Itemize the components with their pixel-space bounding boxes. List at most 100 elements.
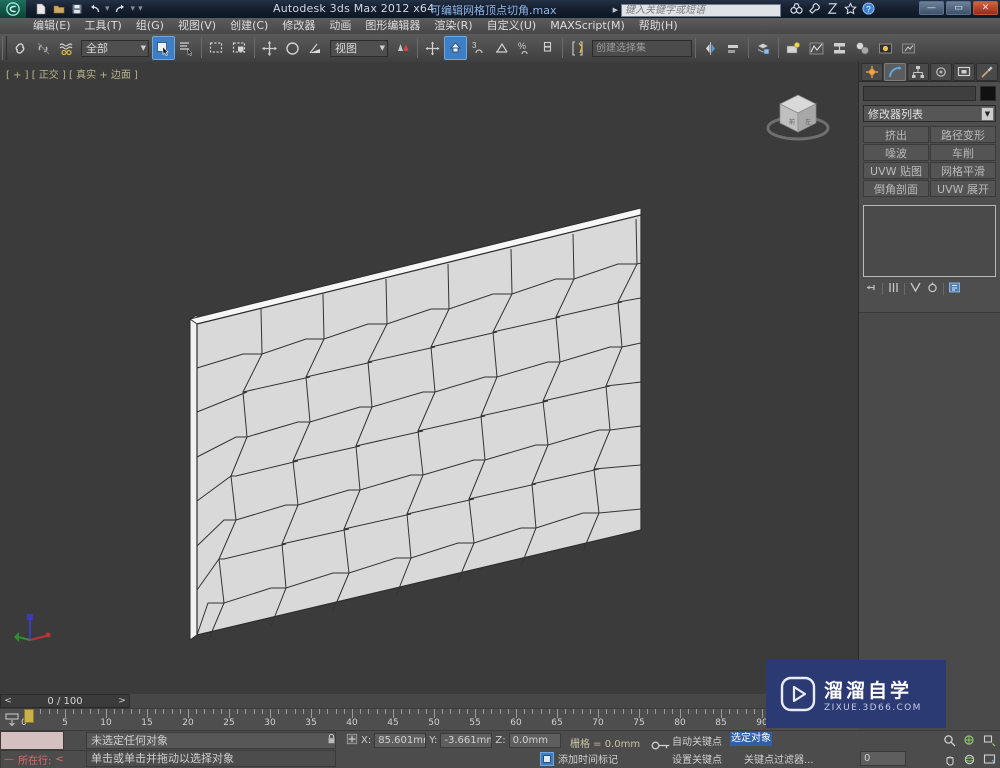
selection-filter-animation[interactable]: 选定对象 [730, 732, 772, 746]
wrench-icon[interactable] [808, 2, 821, 18]
bind-to-space-warp-icon[interactable] [55, 36, 78, 60]
modifier-button-bevel-profile[interactable]: 倒角剖面 [863, 180, 929, 197]
binoculars-icon[interactable] [790, 2, 803, 18]
menu-item-edit[interactable]: 编辑(E) [26, 18, 78, 34]
menu-item-tools[interactable]: 工具(T) [78, 18, 129, 34]
window-crossing-toggle-icon[interactable] [228, 36, 251, 60]
lock-selection-icon[interactable] [326, 733, 337, 748]
chevron-down-icon[interactable]: ▼ [137, 44, 146, 52]
x-field[interactable]: 85.601mm [374, 733, 427, 748]
favorites-star-icon[interactable] [844, 2, 857, 18]
key-number-spinner[interactable]: 0 [860, 751, 906, 766]
configure-modifier-sets-icon[interactable] [948, 281, 961, 297]
time-tag-icon[interactable] [540, 751, 554, 766]
maxscript-listener-field[interactable] [0, 731, 64, 750]
frame-display[interactable]: 0 / 100 [15, 695, 115, 707]
edit-named-selection-sets-icon[interactable] [566, 36, 589, 60]
next-frame-button[interactable]: > [115, 696, 129, 706]
viewcube[interactable]: 前 左 [758, 84, 838, 146]
select-and-link-icon[interactable] [9, 36, 32, 60]
prev-frame-button[interactable]: < [1, 696, 15, 706]
close-button[interactable]: ✕ [973, 1, 998, 15]
create-tab[interactable] [861, 62, 883, 81]
use-pivot-point-center-icon[interactable] [391, 36, 414, 60]
align-icon[interactable] [722, 36, 745, 60]
select-and-rotate-icon[interactable] [281, 36, 304, 60]
maxscript-mini-listener[interactable]: — 所在行: < [0, 750, 96, 768]
named-selection-set-input[interactable]: 创建选择集 [592, 39, 692, 57]
reference-coordinate-dropdown[interactable]: 视图 ▼ [330, 39, 388, 57]
undo-icon[interactable] [86, 1, 103, 17]
key-filters-button[interactable]: 关键点过滤器... [744, 751, 814, 766]
curve-editor-icon[interactable] [805, 36, 828, 60]
unlink-selection-icon[interactable] [32, 36, 55, 60]
customize-qat-icon[interactable]: ▾ [137, 4, 144, 14]
select-object-icon[interactable] [152, 36, 175, 60]
pin-stack-icon[interactable] [865, 281, 878, 297]
percent-snap-toggle-icon[interactable]: % [513, 36, 536, 60]
menu-item-create[interactable]: 创建(C) [223, 18, 275, 34]
modifier-list-dropdown[interactable]: 修改器列表 ▼ [863, 105, 996, 122]
percent-snap-angle-icon[interactable] [490, 36, 513, 60]
mirror-icon[interactable] [699, 36, 722, 60]
undo-dropdown-arrow-icon[interactable]: ▾ [104, 4, 111, 14]
menu-item-rendering[interactable]: 渲染(R) [427, 18, 479, 34]
timeline-ruler[interactable]: 0 5 10 15 20 25 30 35 40 45 50 55 60 65 70 75 80 85 90 [0, 708, 858, 730]
orbit-icon[interactable] [961, 751, 978, 767]
pan-icon[interactable] [941, 751, 958, 767]
transform-type-in-icon[interactable] [346, 733, 358, 748]
zoom-extents-icon[interactable] [981, 732, 998, 748]
zoom-icon[interactable] [941, 732, 958, 748]
chevron-down-icon[interactable]: ▼ [981, 106, 994, 121]
maximize-button[interactable]: ▭ [946, 1, 971, 15]
subscription-icon[interactable] [826, 2, 839, 18]
selection-filter-dropdown[interactable]: 全部 ▼ [81, 39, 149, 57]
search-input[interactable]: 键入关键字或短语 [621, 3, 781, 17]
schematic-view-icon[interactable] [828, 36, 851, 60]
render-frame-window-icon[interactable] [897, 36, 920, 60]
show-end-result-icon[interactable] [887, 281, 900, 297]
viewport-label[interactable]: [ + ] [ 正交 ] [ 真实 + 边面 ] [6, 66, 138, 81]
menu-item-modifiers[interactable]: 修改器 [275, 18, 322, 34]
redo-dropdown-arrow-icon[interactable]: ▾ [130, 4, 137, 14]
remove-modifier-icon[interactable] [926, 281, 939, 297]
select-and-scale-icon[interactable] [304, 36, 327, 60]
modifier-button-path-deform[interactable]: 路径变形 [930, 126, 996, 143]
modifier-button-uvw-map[interactable]: UVW 贴图 [863, 162, 929, 179]
key-mode-icon[interactable] [4, 712, 20, 728]
time-slider[interactable] [24, 709, 34, 723]
material-editor-icon[interactable] [851, 36, 874, 60]
zoom-all-icon[interactable] [961, 732, 978, 748]
utilities-tab[interactable] [976, 62, 998, 81]
save-icon[interactable] [68, 1, 85, 17]
viewport[interactable]: [ + ] [ 正交 ] [ 真实 + 边面 ] 前 左 [0, 62, 858, 694]
menu-item-group[interactable]: 组(G) [129, 18, 171, 34]
menu-item-graph-editors[interactable]: 图形编辑器 [358, 18, 427, 34]
select-by-name-icon[interactable] [175, 36, 198, 60]
chevron-down-icon[interactable]: ▼ [376, 44, 385, 52]
key-toggle-icon[interactable] [650, 739, 672, 755]
z-field[interactable]: 0.0mm [508, 733, 561, 748]
menu-item-maxscript[interactable]: MAXScript(M) [543, 18, 632, 34]
object-color-swatch[interactable] [980, 86, 996, 101]
select-and-move-icon[interactable] [258, 36, 281, 60]
rectangular-selection-region-icon[interactable] [205, 36, 228, 60]
render-setup-icon[interactable] [782, 36, 805, 60]
modifier-stack-list[interactable] [863, 205, 996, 277]
spinner-snap-toggle-icon[interactable] [536, 36, 559, 60]
layer-manager-icon[interactable] [752, 36, 775, 60]
snaps-toggle-icon[interactable] [444, 36, 467, 60]
modifier-button-noise[interactable]: 噪波 [863, 144, 929, 161]
app-logo-icon[interactable] [0, 0, 26, 18]
angle-snap-toggle-icon[interactable]: 3 [467, 36, 490, 60]
help-icon[interactable]: ? [862, 2, 875, 18]
modifier-button-unwrap-uvw[interactable]: UVW 展开 [930, 180, 996, 197]
motion-tab[interactable] [930, 62, 952, 81]
add-time-tag-group[interactable]: 添加时间标记 [540, 751, 618, 766]
render-production-icon[interactable] [874, 36, 897, 60]
menu-item-views[interactable]: 视图(V) [171, 18, 223, 34]
search-dropdown-icon[interactable]: ▶ [613, 6, 618, 14]
make-unique-icon[interactable] [909, 281, 922, 297]
auto-key-button[interactable]: 自动关键点 [672, 733, 722, 748]
display-tab[interactable] [953, 62, 975, 81]
